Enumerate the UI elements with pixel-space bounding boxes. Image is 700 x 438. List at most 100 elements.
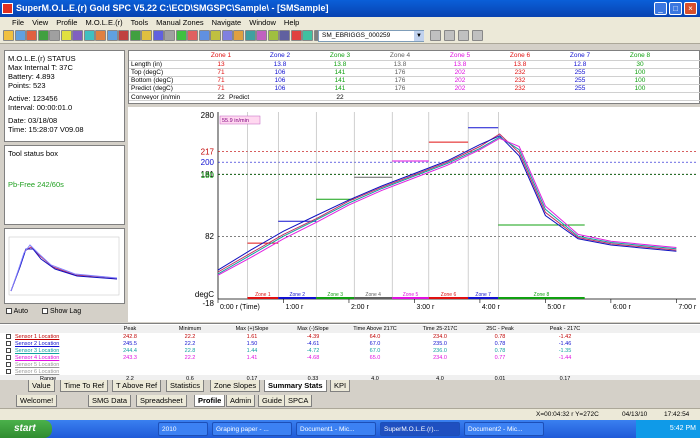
toolbar-button-1[interactable] bbox=[3, 30, 14, 41]
toolbar-button-4[interactable] bbox=[37, 30, 49, 41]
tab-admin[interactable]: Admin bbox=[226, 395, 256, 407]
menu-tools[interactable]: Tools bbox=[127, 17, 153, 28]
start-button[interactable]: start bbox=[0, 420, 52, 438]
toolbar-button-26[interactable] bbox=[290, 30, 302, 41]
task-item-document1[interactable]: Document1 - Mic... bbox=[296, 422, 376, 436]
tab-value[interactable]: Value bbox=[28, 380, 55, 392]
toolbar-button-right-3[interactable] bbox=[458, 30, 469, 41]
points: Points: 523 bbox=[8, 81, 46, 90]
tab-guide[interactable]: Guide bbox=[258, 395, 287, 407]
show-lag-checkbox[interactable]: Show Lag bbox=[42, 308, 81, 315]
menu-navigate[interactable]: Navigate bbox=[208, 17, 246, 28]
tab-welcome-[interactable]: Welcome! bbox=[16, 395, 58, 407]
sensor-checkbox[interactable] bbox=[6, 362, 11, 367]
toolbar-button-2[interactable] bbox=[14, 30, 26, 41]
toolbar-button-17[interactable] bbox=[187, 30, 198, 41]
sensor-checkbox[interactable] bbox=[6, 348, 11, 353]
profile-chart[interactable]: 217 200 181 180 82 280 degC -18 Zone 1 Zone 2 Zone… bbox=[128, 107, 700, 322]
menu-manual-zones[interactable]: Manual Zones bbox=[152, 17, 208, 28]
taskbar: start 2010 Graping paper - ... Document1… bbox=[0, 420, 700, 438]
toolbar-button-27[interactable] bbox=[302, 30, 313, 41]
x-tick-label: 6:00 r bbox=[613, 304, 632, 311]
menu-view[interactable]: View bbox=[28, 17, 52, 28]
toolbar-button-25[interactable] bbox=[279, 30, 290, 41]
chevron-down-icon[interactable]: ▼ bbox=[414, 31, 424, 41]
close-button[interactable]: × bbox=[684, 2, 697, 15]
toolbar-button-right-1[interactable] bbox=[430, 30, 441, 41]
toolbar-button-3[interactable] bbox=[26, 30, 37, 41]
toolbar-button-12[interactable] bbox=[129, 30, 141, 41]
task-item-graping-paper[interactable]: Graping paper - ... bbox=[212, 422, 292, 436]
tab-t-above-ref[interactable]: T Above Ref bbox=[112, 380, 162, 392]
toolbar-button-14[interactable] bbox=[152, 30, 164, 41]
task-item-supermole[interactable]: SuperM.O.L.E.(r)... bbox=[380, 422, 460, 436]
show-lag-check-box[interactable] bbox=[42, 308, 48, 315]
toolbar-button-6[interactable] bbox=[60, 30, 72, 41]
zone-gridline bbox=[129, 76, 700, 77]
tab-summary-stats[interactable]: Summary Stats bbox=[264, 380, 327, 392]
interval: Interval: 00:00:01.0 bbox=[8, 103, 73, 112]
tab-spreadsheet[interactable]: Spreadsheet bbox=[136, 395, 187, 407]
toolbar-button-24[interactable] bbox=[267, 30, 279, 41]
toolbar-button-right-4[interactable] bbox=[472, 30, 483, 41]
mini-trace-3 bbox=[10, 244, 118, 292]
zone-header-3: Zone 3 bbox=[329, 52, 351, 59]
auto-checkbox[interactable]: Auto bbox=[6, 308, 28, 315]
show-lag-label: Show Lag bbox=[49, 308, 82, 315]
menu-mole[interactable]: M.O.L.E.(r) bbox=[81, 17, 126, 28]
zone-header-7: Zone 7 bbox=[569, 52, 591, 59]
window-title: SuperM.O.L.E.(r) Gold SPC V5.22 C:\ECD\S… bbox=[16, 3, 329, 13]
tab-profile[interactable]: Profile bbox=[194, 395, 226, 407]
x-tick-label: 1:00 r bbox=[285, 304, 304, 311]
zone-header-6: Zone 6 bbox=[509, 52, 531, 59]
view-tabs: Welcome! SMG Data Spreadsheet Profile Admin G… bbox=[0, 395, 700, 407]
stats-header-row: Peak Minimum Max (+)Slope Max (-)Slope Time … bbox=[0, 325, 700, 333]
mini-trace-1 bbox=[10, 246, 118, 292]
task-item-2010[interactable]: 2010 bbox=[158, 422, 208, 436]
toolbar-button-9[interactable] bbox=[95, 30, 106, 41]
y-ref-label: 200 bbox=[201, 158, 215, 167]
menu-file[interactable]: File bbox=[0, 17, 28, 28]
toolbar-button-10[interactable] bbox=[106, 30, 118, 41]
toolbar-button-22[interactable] bbox=[244, 30, 256, 41]
mole-status-title: M.O.L.E.(r) STATUS bbox=[8, 54, 76, 63]
tab-statistics[interactable]: Statistics bbox=[166, 380, 205, 392]
toolbar-button-20[interactable] bbox=[221, 30, 233, 41]
toolbar-button-16[interactable] bbox=[175, 30, 187, 41]
toolbar-button-11[interactable] bbox=[118, 30, 129, 41]
menu-help[interactable]: Help bbox=[280, 17, 303, 28]
tab-kpi[interactable]: KPI bbox=[330, 380, 351, 392]
app-icon bbox=[2, 3, 13, 14]
task-item-document2[interactable]: Document2 - Mic... bbox=[464, 422, 544, 436]
toolbar-button-18[interactable] bbox=[198, 30, 210, 41]
toolbar-button-23[interactable] bbox=[256, 30, 267, 41]
sensor-checkbox[interactable] bbox=[6, 369, 11, 374]
sensor-checkbox[interactable] bbox=[6, 355, 11, 360]
tab-smg-data[interactable]: SMG Data bbox=[88, 395, 132, 407]
minimize-button[interactable]: _ bbox=[654, 2, 667, 15]
menu-profile[interactable]: Profile bbox=[52, 17, 81, 28]
tab-spca[interactable]: SPCA bbox=[284, 395, 313, 407]
menu-window[interactable]: Window bbox=[245, 17, 280, 28]
sensor-checkbox[interactable] bbox=[6, 341, 11, 346]
auto-check-box[interactable] bbox=[6, 308, 12, 315]
file-select[interactable]: SM_EBRIGGS_000259 bbox=[318, 30, 424, 42]
toolbar-button-19[interactable] bbox=[210, 30, 221, 41]
maximize-button[interactable]: □ bbox=[669, 2, 682, 15]
toolbar-button-13[interactable] bbox=[141, 30, 152, 41]
toolbar-button-right-2[interactable] bbox=[444, 30, 455, 41]
tab-zone-slopes[interactable]: Zone Slopes bbox=[210, 380, 261, 392]
tab-time-to-ref[interactable]: Time To Ref bbox=[60, 380, 109, 392]
zone-gridline bbox=[129, 100, 700, 101]
x-tick-label: 7:00 r bbox=[678, 304, 697, 311]
x-tick-label: 4:00 r bbox=[482, 304, 501, 311]
toolbar-button-7[interactable] bbox=[72, 30, 83, 41]
toolbar-button-21[interactable] bbox=[233, 30, 244, 41]
status-bar: X=00:04:32 r Y=272C 04/13/10 17:42:54 bbox=[0, 408, 700, 420]
profile-chart-svg[interactable]: 21720018118082280degC-18Zone 1 Zone 2 Zone… bbox=[128, 107, 700, 322]
y-unit-label: degC bbox=[195, 290, 214, 299]
toolbar-button-5[interactable] bbox=[49, 30, 60, 41]
toolbar-button-8[interactable] bbox=[83, 30, 95, 41]
sensor-checkbox[interactable] bbox=[6, 334, 11, 339]
toolbar-button-15[interactable] bbox=[164, 30, 175, 41]
